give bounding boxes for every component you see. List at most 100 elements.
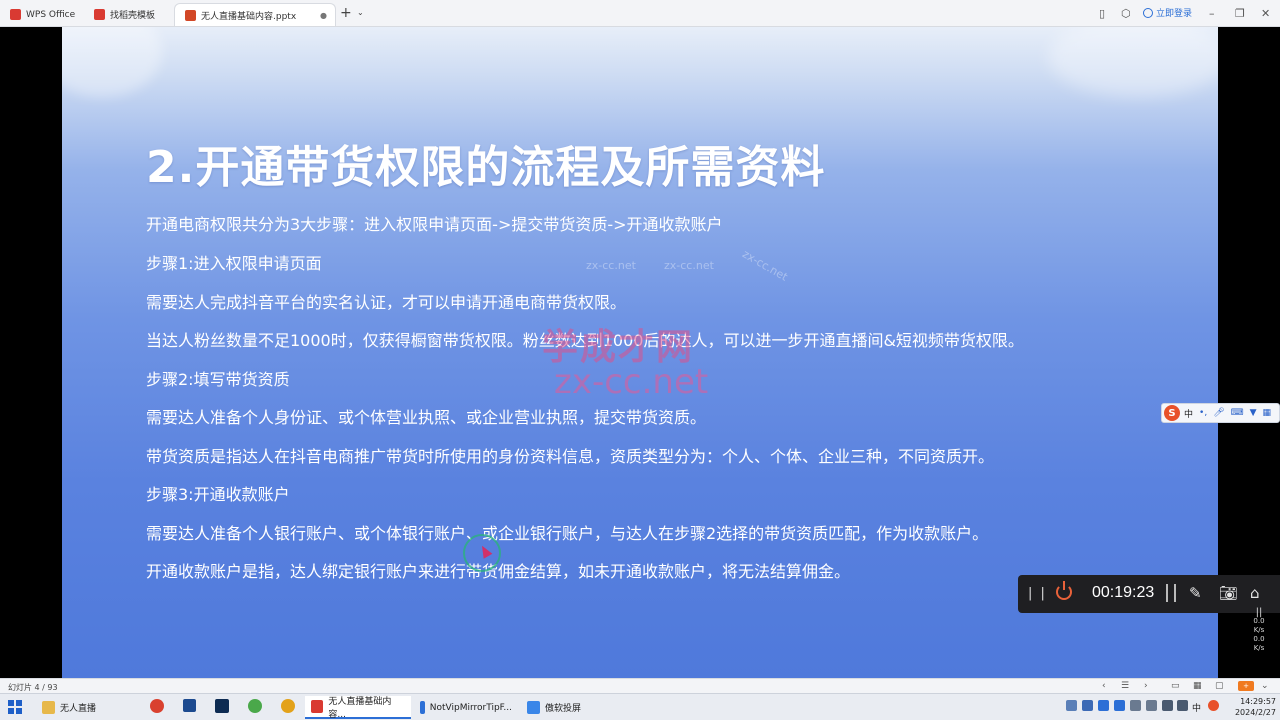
shield-icon[interactable] xyxy=(1082,700,1093,711)
close-icon[interactable]: ✕ xyxy=(1261,7,1270,20)
tab-close-icon[interactable]: ● xyxy=(320,11,327,20)
tab-label: 找稻壳模板 xyxy=(110,11,156,21)
slide-text-line: 开通电商权限共分为3大步骤：进入权限申请页面->提交带货资质->开通收款账户 xyxy=(146,215,723,234)
taskbar: 无人直播 无人直播基础内容... NotVipMirrorTipF... 傲软投… xyxy=(0,693,1280,720)
tab-label: 无人直播基础内容.pptx xyxy=(201,11,297,22)
tray-icon[interactable] xyxy=(1066,700,1077,711)
punctuation-icon[interactable]: •, xyxy=(1199,408,1207,418)
watermark-url: zx-cc.net xyxy=(554,362,709,402)
upload-speed: 0.0 xyxy=(1253,617,1265,625)
microphone-icon[interactable]: 🎤︎ xyxy=(1213,408,1224,418)
tray-icon[interactable] xyxy=(1130,700,1141,711)
mic-level-icon: || xyxy=(1255,607,1263,618)
previous-slide-icon[interactable]: ‹ xyxy=(1102,681,1106,691)
ime-indicator[interactable]: 中 xyxy=(1192,701,1201,714)
tab-template[interactable]: 找稻壳模板 xyxy=(84,3,172,26)
browser-icon[interactable] xyxy=(281,699,295,713)
minimize-icon[interactable]: – xyxy=(1209,7,1215,20)
slide-text-line: 需要达人准备个人银行账户、或个体银行账户、或企业银行账户，与达人在步骤2选择的带… xyxy=(146,524,989,543)
pen-icon[interactable]: ✎ xyxy=(1189,584,1202,602)
folder-icon xyxy=(42,701,55,714)
sogou-icon[interactable] xyxy=(1208,700,1219,711)
taskbar-item-label: 傲软投屏 xyxy=(545,704,582,714)
taskbar-item-folder[interactable]: 无人直播 xyxy=(36,696,132,719)
normal-view-icon[interactable]: ▭ xyxy=(1171,681,1180,691)
chrome-icon[interactable] xyxy=(150,699,164,713)
login-label: 立即登录 xyxy=(1156,9,1193,19)
volume-icon[interactable] xyxy=(1177,700,1188,711)
reading-view-icon[interactable]: ▢ xyxy=(1215,681,1224,691)
taskbar-item-label: NotVipMirrorTipF... xyxy=(429,702,512,713)
slide-text-line: 步骤2:填写带货资质 xyxy=(146,370,290,389)
new-tab-icon[interactable]: + xyxy=(340,5,352,21)
slide-decoration xyxy=(1048,27,1218,97)
sorter-view-icon[interactable]: ▦ xyxy=(1193,681,1202,691)
green-app-icon[interactable] xyxy=(248,699,262,713)
taskbar-item-label: 无人直播基础内容... xyxy=(328,696,392,720)
slide-text-line: 步骤3:开通收款账户 xyxy=(146,485,290,504)
menu-grid-icon[interactable]: ▦ xyxy=(1263,408,1272,418)
clock[interactable]: 14:29:57 2024/2/27 xyxy=(1230,696,1276,718)
tab-label: WPS Office xyxy=(26,9,76,20)
speed-unit: K/s xyxy=(1253,626,1265,634)
docer-logo-icon xyxy=(94,9,105,20)
clock-time: 14:29:57 xyxy=(1240,697,1276,706)
sogou-logo-icon: S xyxy=(1164,405,1180,421)
wps-logo-icon xyxy=(10,9,21,20)
chevron-down-icon[interactable]: ⌄ xyxy=(1261,681,1269,691)
wps-logo-icon xyxy=(311,700,324,713)
slide-decoration xyxy=(62,27,162,97)
slide-text-line: 步骤1:进入权限申请页面 xyxy=(146,254,322,273)
mirror-app-icon xyxy=(527,701,540,714)
photoshop-icon[interactable] xyxy=(215,699,229,713)
tab-presentation[interactable]: 无人直播基础内容.pptx ● xyxy=(174,3,336,26)
slide-list-icon[interactable]: ☰ xyxy=(1121,681,1129,691)
camera-icon[interactable]: 📷︎ xyxy=(1219,584,1238,602)
app-window-icon xyxy=(420,701,425,714)
clock-date: 2024/2/27 xyxy=(1234,708,1276,717)
download-speed: 0.0 xyxy=(1253,635,1265,643)
recording-timer: 00:19:23 xyxy=(1092,584,1155,601)
stop-recording-icon-bar xyxy=(1063,581,1065,590)
taskbar-item-wps[interactable]: 无人直播基础内容... xyxy=(305,696,411,720)
next-slide-icon[interactable]: › xyxy=(1144,681,1148,691)
login-button[interactable]: 立即登录 xyxy=(1143,6,1192,19)
sidebar-toggle-icon[interactable]: ▯ xyxy=(1099,7,1105,20)
tray-icon[interactable] xyxy=(1114,700,1125,711)
watermark-small: zx-cc.net xyxy=(740,247,790,284)
keyboard-icon[interactable]: ⌨ xyxy=(1231,408,1244,418)
status-bar: 幻灯片 4 / 93 ‹ ☰ › ▭ ▦ ▢ + ⌄ xyxy=(0,678,1280,693)
slide-title: 2.开通带货权限的流程及所需资料 xyxy=(146,142,826,193)
speed-unit: K/s xyxy=(1253,644,1265,652)
slide-text-line: 需要达人准备个人身份证、或个体营业执照、或企业营业执照，提交带货资质。 xyxy=(146,408,707,427)
taskbar-item-apowermirror[interactable]: 傲软投屏 xyxy=(521,696,601,719)
screen-recorder-toolbar: | | 00:19:23 ✎ 📷︎ ⌂ xyxy=(1018,575,1280,613)
watermark-small: zx-cc.net xyxy=(664,259,714,272)
avatar-icon xyxy=(1143,7,1153,18)
watermark-small: zx-cc.net xyxy=(586,259,636,272)
slideshow-button[interactable]: + xyxy=(1238,681,1254,691)
slide-text-line: 需要达人完成抖音平台的实名认证，才可以申请开通电商带货权限。 xyxy=(146,293,627,312)
tab-wps-office[interactable]: WPS Office xyxy=(0,3,82,26)
pause-button[interactable]: | | xyxy=(1028,586,1047,601)
chevron-down-icon[interactable]: ⌄ xyxy=(357,8,364,17)
home-icon[interactable]: ⌂ xyxy=(1250,584,1260,602)
tray-icon[interactable] xyxy=(1098,700,1109,711)
tray-icon[interactable] xyxy=(1146,700,1157,711)
title-bar: WPS Office 找稻壳模板 无人直播基础内容.pptx ● + ⌄ ▯ ⬡… xyxy=(0,0,1280,27)
ime-mode[interactable]: 中 xyxy=(1184,407,1193,420)
restore-icon[interactable]: ❐ xyxy=(1235,7,1245,20)
audio-level-icon xyxy=(1166,584,1176,602)
taskbar-item-label: 无人直播 xyxy=(60,704,97,714)
windows-start-icon[interactable] xyxy=(8,700,22,714)
skin-icon[interactable]: ▼ xyxy=(1250,408,1257,418)
network-icon[interactable] xyxy=(1162,700,1173,711)
slide-counter: 幻灯片 4 / 93 xyxy=(8,683,58,692)
ppt-file-icon xyxy=(185,9,196,21)
slide-text-line: 带货资质是指达人在抖音电商推广带货时所使用的身份资料信息，资质类型分为：个人、个… xyxy=(146,447,995,466)
taskbar-item-mirror-tip[interactable]: NotVipMirrorTipF... xyxy=(414,696,518,719)
cube-icon[interactable]: ⬡ xyxy=(1121,7,1131,20)
ime-toolbar[interactable]: S 中 •, 🎤︎ ⌨ ▼ ▦ xyxy=(1161,403,1280,423)
app-icon[interactable] xyxy=(183,699,196,712)
network-monitor: || 0.0 K/s 0.0 K/s xyxy=(1244,608,1274,668)
